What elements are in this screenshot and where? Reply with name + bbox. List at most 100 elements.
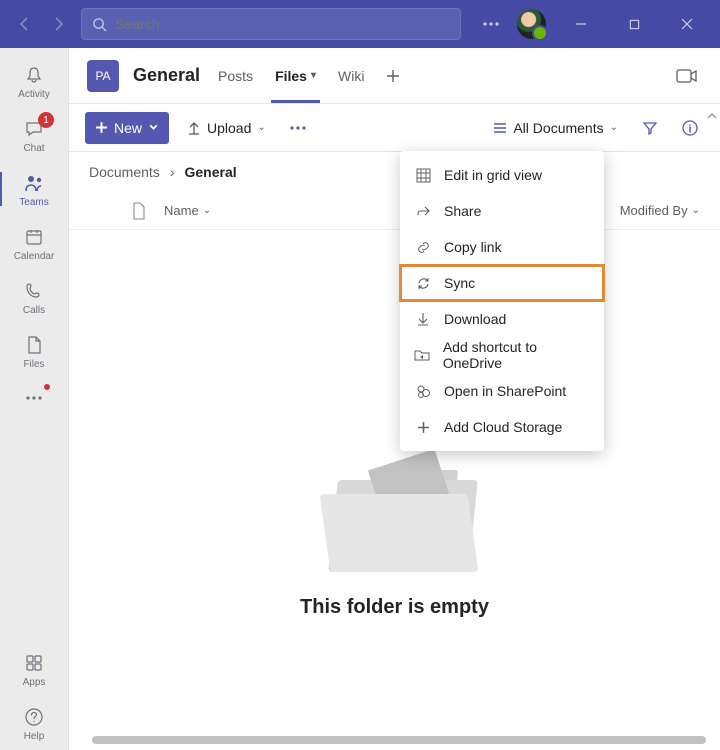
share-icon [414,204,432,219]
close-button[interactable] [665,1,710,47]
tab-wiki[interactable]: Wiki [334,50,368,102]
column-header-name[interactable]: Name ⌄ [164,203,211,218]
view-selector[interactable]: All Documents ⌄ [487,112,624,144]
menu-label: Sync [444,275,475,291]
rail-item-activity[interactable]: Activity [0,54,68,108]
rail-label: Apps [23,677,46,688]
search-icon [92,17,107,32]
plus-icon [95,121,108,134]
rail-item-calendar[interactable]: Calendar [0,216,68,270]
grid-icon [414,168,432,183]
search-input[interactable] [115,16,450,32]
folder-shortcut-icon [414,348,431,362]
search-box[interactable] [81,8,461,40]
horizontal-scrollbar[interactable] [68,734,720,746]
new-button[interactable]: New [85,112,169,144]
teams-icon [22,171,46,195]
rail-label: Files [23,359,44,370]
rail-label: Calendar [14,251,55,262]
minimize-button[interactable] [558,1,603,47]
rail-label: Calls [23,305,45,316]
help-icon [22,705,46,729]
rail-label: Activity [18,89,50,100]
rail-overflow-button[interactable] [0,378,68,418]
menu-label: Open in SharePoint [444,383,566,399]
new-label: New [114,120,142,136]
chevron-right-icon: › [170,164,175,180]
rail-label: Chat [23,143,44,154]
filter-button[interactable] [636,112,664,144]
menu-copy-link[interactable]: Copy link [400,229,604,265]
chevron-down-icon: ⌄ [692,205,700,216]
rail-item-files[interactable]: Files [0,324,68,378]
breadcrumb-root[interactable]: Documents [89,164,160,180]
menu-add-cloud-storage[interactable]: Add Cloud Storage [400,409,604,445]
context-menu: Edit in grid view Share Copy link Sync D… [400,151,604,451]
column-header-modified-by[interactable]: Modified By ⌄ [620,203,700,218]
download-icon [414,312,432,327]
col-label: Modified By [620,203,688,218]
rail-label: Teams [19,197,48,208]
chevron-down-icon: ⌄ [203,205,211,216]
more-options-button[interactable] [477,1,505,47]
rail-label: Help [24,731,45,742]
file-icon [22,333,46,357]
view-label: All Documents [513,120,603,136]
calendar-icon [22,225,46,249]
list-icon [493,122,507,134]
menu-edit-grid[interactable]: Edit in grid view [400,157,604,193]
empty-folder-icon [305,442,485,572]
menu-label: Edit in grid view [444,167,542,183]
phone-icon [22,279,46,303]
chevron-down-icon: ⌄ [610,122,618,133]
rail-item-calls[interactable]: Calls [0,270,68,324]
chevron-down-icon: ⌄ [257,122,265,133]
channel-title: General [133,65,200,86]
menu-sync[interactable]: Sync [400,265,604,301]
meet-button[interactable] [672,64,702,88]
tab-label: Files [275,68,307,84]
tab-posts[interactable]: Posts [214,50,257,102]
menu-download[interactable]: Download [400,301,604,337]
menu-open-sharepoint[interactable]: Open in SharePoint [400,373,604,409]
left-rail: Activity Chat 1 Teams Calendar Calls Fil… [0,48,68,750]
plus-icon [414,421,432,434]
empty-text: This folder is empty [300,596,489,619]
rail-item-apps[interactable]: Apps [0,642,68,696]
menu-label: Share [444,203,481,219]
chevron-down-icon [148,122,159,133]
menu-label: Copy link [444,239,502,255]
apps-icon [22,651,46,675]
team-badge[interactable]: PA [87,60,119,92]
add-tab-button[interactable] [382,65,404,87]
menu-label: Download [444,311,506,327]
forward-button[interactable] [46,10,74,38]
upload-button[interactable]: Upload ⌄ [181,112,272,144]
col-label: Name [164,203,199,218]
rail-item-chat[interactable]: Chat 1 [0,108,68,162]
back-button[interactable] [10,10,38,38]
vertical-scroll-up-button[interactable] [706,110,718,122]
toolbar-overflow-button[interactable] [284,112,312,144]
sharepoint-icon [414,384,432,399]
menu-label: Add shortcut to OneDrive [443,339,590,371]
link-icon [414,240,432,255]
menu-shortcut-onedrive[interactable]: Add shortcut to OneDrive [400,337,604,373]
upload-icon [187,120,201,136]
empty-state: This folder is empty [69,230,720,750]
rail-item-help[interactable]: Help [0,696,68,750]
breadcrumb-current: General [184,164,236,180]
notification-dot [44,384,50,390]
avatar[interactable] [517,9,547,39]
chevron-down-icon: ▾ [311,70,316,81]
bell-icon [22,63,46,87]
menu-label: Add Cloud Storage [444,419,562,435]
rail-item-teams[interactable]: Teams [0,162,68,216]
maximize-button[interactable] [611,1,656,47]
badge: 1 [38,112,54,128]
menu-share[interactable]: Share [400,193,604,229]
sync-icon [414,276,432,291]
breadcrumb: Documents › General [69,152,720,192]
tab-files[interactable]: Files ▾ [271,50,320,102]
info-button[interactable] [676,112,704,144]
